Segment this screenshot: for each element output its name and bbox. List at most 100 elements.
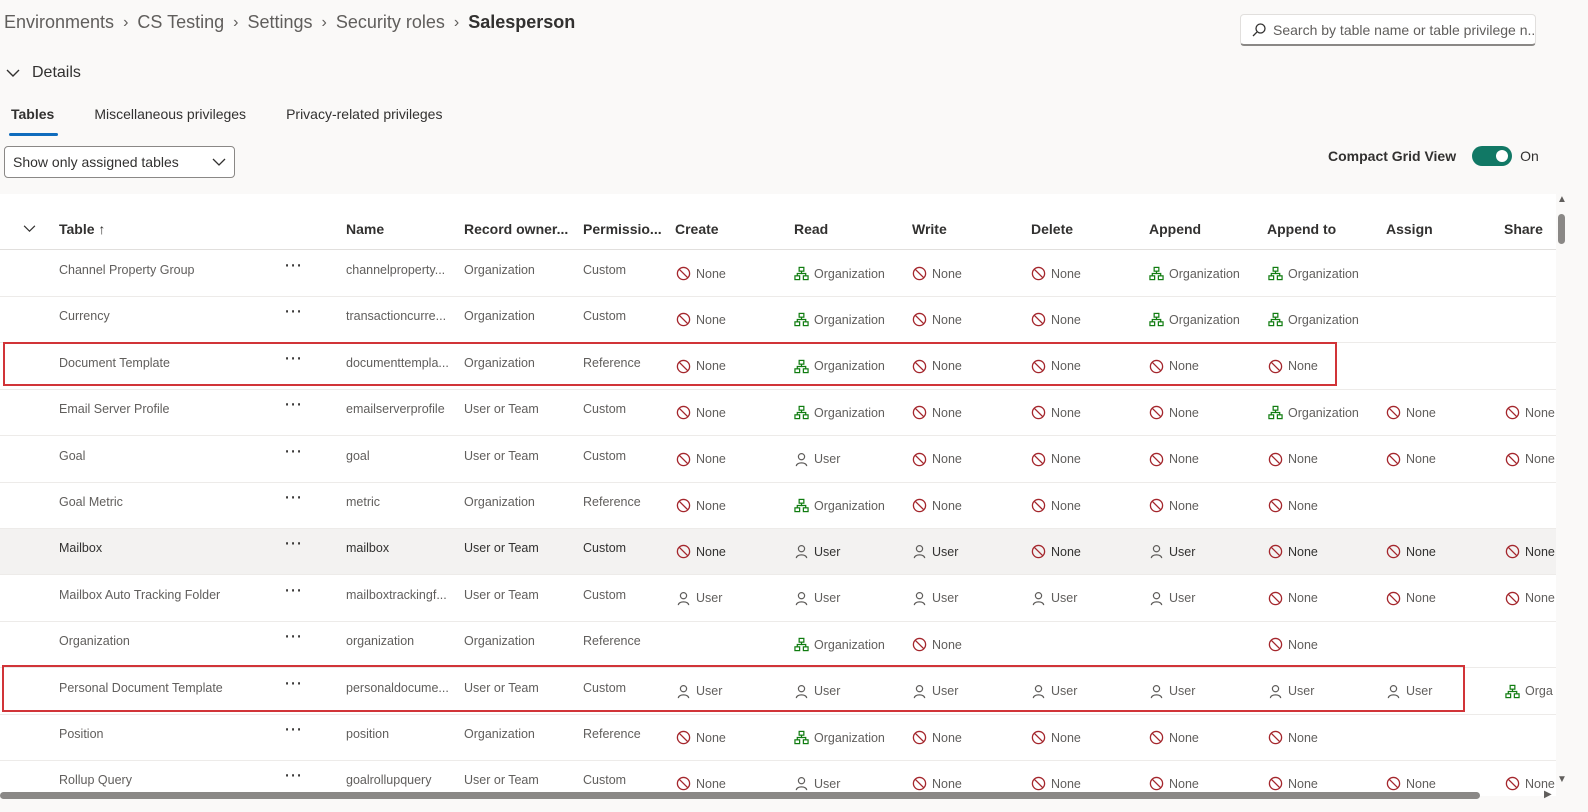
privilege-append[interactable]: None — [1149, 730, 1261, 745]
privilege-append-to[interactable]: None — [1268, 359, 1380, 374]
privilege-share[interactable]: None — [1505, 544, 1556, 559]
table-row[interactable]: Email Server Profile ⋯ emailserverprofile U… — [0, 390, 1556, 437]
tab-privacy-related-privileges[interactable]: Privacy-related privileges — [286, 106, 442, 136]
tab-miscellaneous-privileges[interactable]: Miscellaneous privileges — [94, 106, 246, 136]
privilege-delete[interactable]: None — [1031, 452, 1143, 467]
column-header-assign[interactable]: Assign — [1386, 221, 1433, 237]
privilege-read[interactable]: User — [794, 684, 906, 699]
privilege-create[interactable]: None — [676, 266, 788, 281]
privilege-share[interactable]: None — [1505, 591, 1556, 606]
column-header-create[interactable]: Create — [675, 221, 719, 237]
table-row[interactable]: Goal ⋯ goal User or Team Custom None User None N… — [0, 437, 1556, 483]
privilege-write[interactable]: None — [912, 452, 1024, 467]
privilege-append-to[interactable]: Organization — [1268, 405, 1380, 420]
privilege-write[interactable]: None — [912, 637, 1024, 652]
privilege-read[interactable]: Organization — [794, 359, 906, 374]
more-options-icon[interactable]: ⋯ — [284, 673, 303, 694]
cell-table[interactable]: Currency — [59, 309, 279, 323]
privilege-create[interactable]: User — [676, 591, 788, 606]
privilege-assign[interactable]: User — [1386, 684, 1498, 699]
privilege-append-to[interactable]: None — [1268, 452, 1380, 467]
column-header-delete[interactable]: Delete — [1031, 221, 1073, 237]
compact-grid-toggle[interactable] — [1472, 146, 1513, 166]
privilege-delete[interactable]: None — [1031, 312, 1143, 327]
cell-table[interactable]: Personal Document Template — [59, 681, 279, 695]
privilege-append-to[interactable]: None — [1268, 498, 1380, 513]
more-options-icon[interactable]: ⋯ — [284, 626, 303, 647]
privilege-create[interactable]: None — [676, 312, 788, 327]
privilege-append-to[interactable]: None — [1268, 730, 1380, 745]
more-options-icon[interactable]: ⋯ — [284, 765, 303, 786]
column-header-table[interactable]: Table ↑ — [59, 221, 105, 237]
column-header-name[interactable]: Name — [346, 221, 384, 237]
more-options-icon[interactable]: ⋯ — [284, 255, 303, 276]
column-header-record-owner[interactable]: Record owner... — [464, 221, 568, 237]
scroll-right-icon[interactable]: ▶ — [1544, 789, 1552, 800]
privilege-create[interactable]: None — [676, 730, 788, 745]
scroll-down-icon[interactable]: ▼ — [1557, 774, 1567, 785]
privilege-delete[interactable]: None — [1031, 498, 1143, 513]
breadcrumb-settings[interactable]: Settings — [247, 12, 312, 33]
privilege-assign[interactable]: None — [1386, 544, 1498, 559]
cell-table[interactable]: Goal — [59, 449, 279, 463]
privilege-read[interactable]: Organization — [794, 266, 906, 281]
breadcrumb-environment[interactable]: CS Testing — [137, 12, 224, 33]
privilege-append-to[interactable]: None — [1268, 591, 1380, 606]
vertical-scroll-thumb[interactable] — [1558, 214, 1565, 244]
privilege-append-to[interactable]: Organization — [1268, 312, 1380, 327]
more-options-icon[interactable]: ⋯ — [284, 533, 303, 554]
privilege-delete[interactable]: User — [1031, 684, 1143, 699]
column-header-share[interactable]: Share — [1504, 221, 1543, 237]
privilege-read[interactable]: Organization — [794, 498, 906, 513]
privilege-share[interactable]: Orga — [1505, 684, 1556, 699]
privilege-write[interactable]: None — [912, 730, 1024, 745]
privilege-append[interactable]: Organization — [1149, 266, 1261, 281]
privilege-write[interactable]: None — [912, 312, 1024, 327]
tab-tables[interactable]: Tables — [8, 106, 59, 136]
table-row[interactable]: Channel Property Group ⋯ channelproperty..… — [0, 251, 1556, 297]
privilege-create[interactable]: User — [676, 684, 788, 699]
privilege-delete[interactable]: None — [1031, 266, 1143, 281]
privilege-create[interactable]: None — [676, 544, 788, 559]
privilege-read[interactable]: Organization — [794, 637, 906, 652]
details-toggle[interactable]: Details — [6, 64, 81, 82]
table-row[interactable]: Goal Metric ⋯ metric Organization Reference N… — [0, 483, 1556, 529]
privilege-assign[interactable]: None — [1386, 405, 1498, 420]
column-header-append[interactable]: Append — [1149, 221, 1201, 237]
privilege-delete[interactable]: None — [1031, 544, 1143, 559]
privilege-delete[interactable]: User — [1031, 591, 1143, 606]
privilege-append[interactable]: User — [1149, 544, 1261, 559]
privilege-read[interactable]: User — [794, 452, 906, 467]
column-header-write[interactable]: Write — [912, 221, 947, 237]
table-row[interactable]: Position ⋯ position Organization Reference No… — [0, 715, 1556, 761]
privilege-append-to[interactable]: Organization — [1268, 266, 1380, 281]
privilege-read[interactable]: Organization — [794, 405, 906, 420]
privilege-write[interactable]: None — [912, 266, 1024, 281]
table-row[interactable]: Document Template ⋯ documenttempla... Organ… — [0, 344, 1556, 390]
privilege-read[interactable]: Organization — [794, 730, 906, 745]
table-row[interactable]: Currency ⋯ transactioncurre... Organization… — [0, 297, 1556, 344]
privilege-append[interactable]: Organization — [1149, 312, 1261, 327]
cell-table[interactable]: Channel Property Group — [59, 263, 279, 277]
more-options-icon[interactable]: ⋯ — [284, 301, 303, 322]
privilege-write[interactable]: User — [912, 544, 1024, 559]
more-options-icon[interactable]: ⋯ — [284, 348, 303, 369]
scroll-up-icon[interactable]: ▲ — [1557, 194, 1567, 205]
horizontal-scroll-thumb[interactable] — [0, 792, 1480, 799]
table-row[interactable]: Personal Document Template ⋯ personaldocum… — [0, 669, 1556, 715]
privilege-append-to[interactable]: User — [1268, 684, 1380, 699]
cell-table[interactable]: Document Template — [59, 356, 279, 370]
column-header-permission[interactable]: Permissio... — [583, 221, 662, 237]
more-options-icon[interactable]: ⋯ — [284, 487, 303, 508]
privilege-write[interactable]: None — [912, 498, 1024, 513]
privilege-create[interactable]: None — [676, 452, 788, 467]
privilege-append[interactable]: None — [1149, 359, 1261, 374]
privilege-read[interactable]: Organization — [794, 312, 906, 327]
cell-table[interactable]: Organization — [59, 634, 279, 648]
privilege-assign[interactable]: None — [1386, 452, 1498, 467]
privilege-append[interactable]: None — [1149, 405, 1261, 420]
privilege-read[interactable]: User — [794, 591, 906, 606]
privilege-create[interactable]: None — [676, 405, 788, 420]
more-options-icon[interactable]: ⋯ — [284, 719, 303, 740]
horizontal-scrollbar[interactable]: ▶ — [0, 789, 1556, 800]
